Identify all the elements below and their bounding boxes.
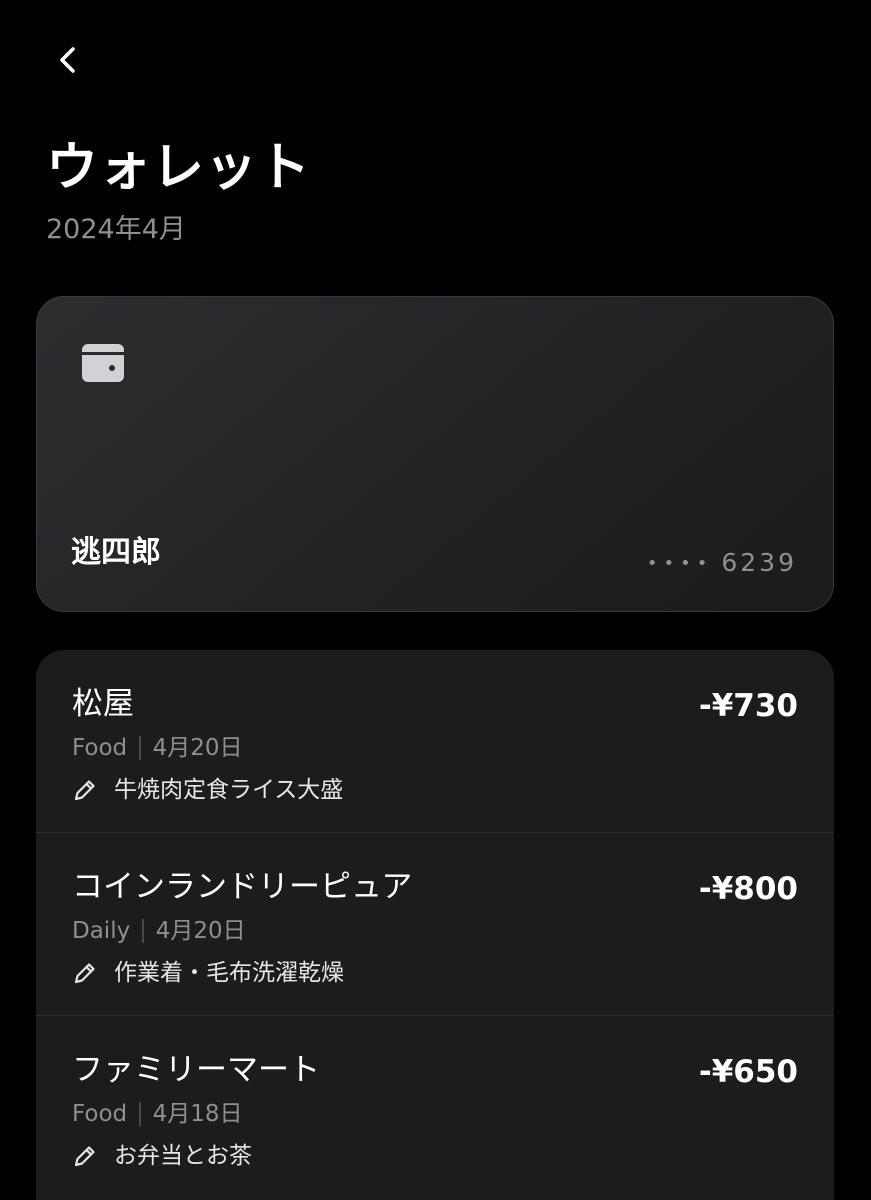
transaction-note: 牛焼肉定食ライス大盛 bbox=[72, 774, 343, 806]
card-last4: 6239 bbox=[721, 548, 797, 577]
card-number-mask: •••• bbox=[646, 553, 714, 574]
pencil-icon bbox=[74, 963, 95, 984]
transaction-category: Daily bbox=[72, 918, 131, 944]
transaction-meta: Food 4月18日 bbox=[72, 1098, 243, 1130]
wallet-card[interactable]: 逃四郎 •••• 6239 bbox=[36, 296, 834, 612]
transaction-note: お弁当とお茶 bbox=[72, 1140, 252, 1172]
transaction-merchant: ファミリーマート bbox=[72, 1052, 320, 1088]
meta-divider bbox=[139, 1102, 141, 1126]
transaction-amount: -¥730 bbox=[698, 688, 798, 724]
transaction-note-text: 牛焼肉定食ライス大盛 bbox=[114, 777, 344, 803]
card-number: •••• 6239 bbox=[647, 547, 797, 580]
transaction-category: Food bbox=[72, 735, 128, 761]
meta-divider bbox=[139, 736, 141, 760]
wallet-screen: ウォレット 2024年4月 逃四郎 •••• 6239 松屋 -¥730 Food… bbox=[0, 0, 871, 1200]
card-holder-name: 逃四郎 bbox=[71, 535, 161, 570]
transaction-amount: -¥800 bbox=[698, 871, 798, 907]
transaction-note-text: お弁当とお茶 bbox=[114, 1143, 252, 1169]
transaction-note: 作業着・毛布洗濯乾燥 bbox=[72, 957, 344, 989]
transaction-list: 松屋 -¥730 Food 4月20日 牛焼肉定食ライス大盛 コインランドリーピ… bbox=[36, 650, 834, 1200]
chevron-left-icon bbox=[60, 47, 75, 73]
page-subtitle: 2024年4月 bbox=[46, 214, 186, 245]
transaction-date: 4月20日 bbox=[152, 735, 243, 761]
transaction-meta: Daily 4月20日 bbox=[72, 915, 246, 947]
pencil-icon bbox=[74, 780, 95, 801]
transaction-date: 4月18日 bbox=[152, 1101, 243, 1127]
transaction-meta: Food 4月20日 bbox=[72, 732, 243, 764]
page-title: ウォレット bbox=[46, 138, 312, 198]
transaction-date: 4月20日 bbox=[155, 918, 246, 944]
transaction-note-text: 作業着・毛布洗濯乾燥 bbox=[114, 960, 344, 986]
back-button[interactable] bbox=[46, 38, 90, 82]
transaction-merchant: 松屋 bbox=[72, 686, 134, 722]
meta-divider bbox=[142, 919, 144, 943]
wallet-icon bbox=[82, 344, 124, 382]
transaction-merchant: コインランドリーピュア bbox=[72, 869, 413, 905]
transaction-row[interactable]: ファミリーマート -¥650 Food 4月18日 お弁当とお茶 bbox=[36, 1016, 834, 1199]
transaction-amount: -¥650 bbox=[698, 1054, 798, 1090]
transaction-category: Food bbox=[72, 1101, 128, 1127]
pencil-icon bbox=[74, 1146, 95, 1167]
transaction-row[interactable]: 松屋 -¥730 Food 4月20日 牛焼肉定食ライス大盛 bbox=[36, 650, 834, 833]
transaction-row[interactable]: コインランドリーピュア -¥800 Daily 4月20日 作業着・毛布洗濯乾燥 bbox=[36, 833, 834, 1016]
